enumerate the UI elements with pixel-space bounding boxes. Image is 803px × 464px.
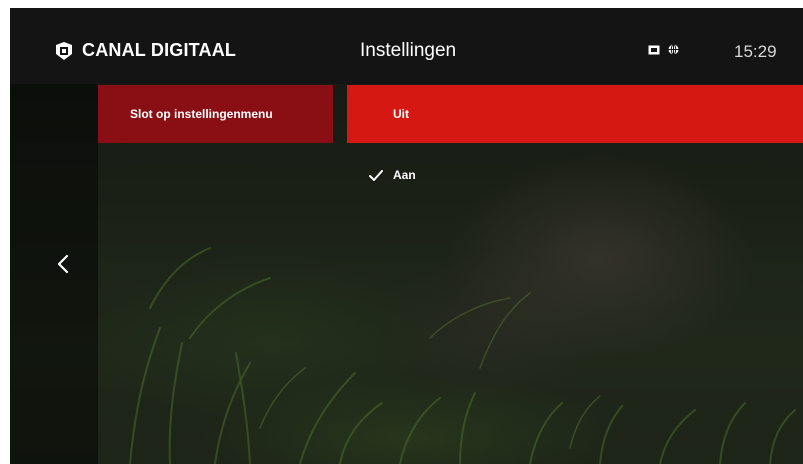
status-icons	[648, 44, 679, 55]
globe-icon	[668, 44, 679, 55]
menu-item-settings-lock[interactable]: Slot op instellingenmenu	[98, 85, 333, 143]
tv-screen: CANAL DIGITAAL Instellingen 15:29 Slot o…	[10, 8, 803, 464]
option-on-label: Aan	[393, 168, 416, 182]
option-on[interactable]: Aan	[347, 158, 803, 192]
canal-digitaal-logo-icon	[56, 41, 72, 60]
clock: 15:29	[734, 42, 777, 61]
brand: CANAL DIGITAAL	[54, 40, 236, 61]
recording-icon	[648, 45, 660, 54]
chevron-left-icon[interactable]	[54, 253, 72, 275]
menu-item-label: Slot op instellingenmenu	[130, 107, 273, 121]
option-off[interactable]: Uit	[347, 85, 803, 143]
checkmark-icon	[369, 170, 383, 181]
header-bar: CANAL DIGITAAL Instellingen 15:29	[10, 8, 803, 84]
option-off-label: Uit	[393, 107, 409, 121]
page-title: Instellingen	[360, 40, 457, 61]
brand-name: CANAL DIGITAAL	[82, 40, 237, 60]
